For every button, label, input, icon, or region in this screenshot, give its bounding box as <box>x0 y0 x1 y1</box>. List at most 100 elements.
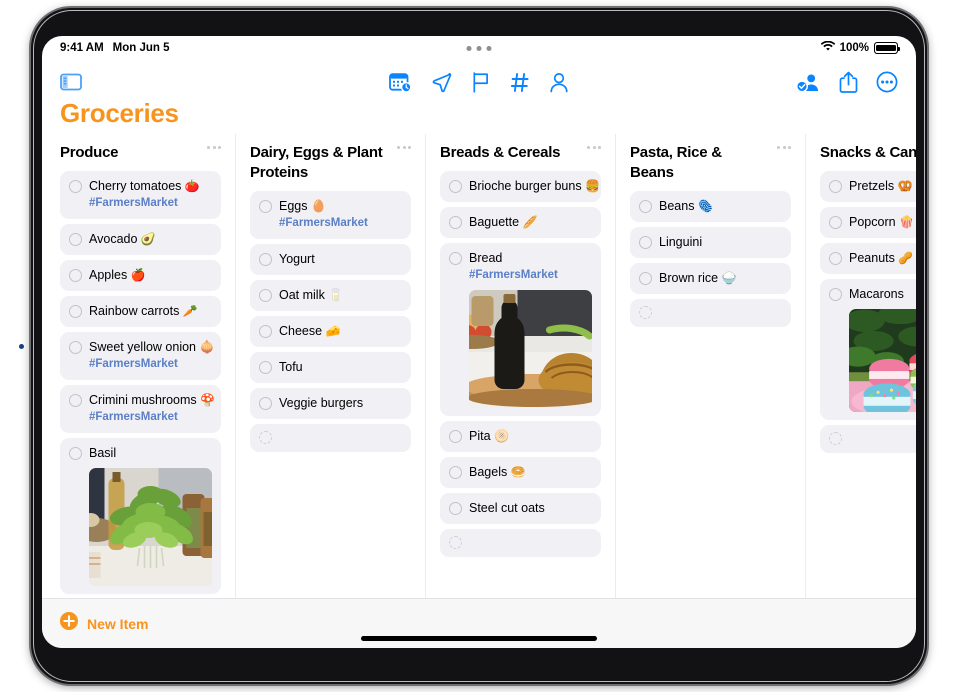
list-item[interactable]: Pita 🫓 <box>440 421 601 452</box>
checkbox-circle-icon[interactable] <box>69 394 82 407</box>
list-item[interactable]: Crimini mushrooms 🍄 #FarmersMarket <box>60 385 221 433</box>
new-item-placeholder[interactable] <box>820 425 916 453</box>
column-title: Produce <box>60 144 119 161</box>
checkbox-circle-icon[interactable] <box>259 431 272 444</box>
list-item[interactable]: Veggie burgers <box>250 388 411 419</box>
groceries-board[interactable]: Produce Cherry tomatoes 🍅 #FarmersMarket Av… <box>42 134 916 598</box>
home-indicator[interactable] <box>361 636 597 641</box>
column-title: Dairy, Eggs & Plant Proteins <box>250 144 383 181</box>
new-item-placeholder[interactable] <box>630 299 791 327</box>
list-item-photo[interactable] <box>469 290 592 408</box>
checkbox-circle-icon[interactable] <box>259 253 272 266</box>
new-item-placeholder[interactable] <box>440 529 601 557</box>
checkbox-circle-icon[interactable] <box>449 502 462 515</box>
list-item[interactable]: Bread #FarmersMarket <box>440 243 601 416</box>
status-bar: 9:41 AM Mon Jun 5 100% <box>42 36 916 60</box>
list-item[interactable]: Beans 🫆 <box>630 191 791 222</box>
checkbox-circle-icon[interactable] <box>259 200 272 213</box>
checkbox-circle-icon[interactable] <box>829 432 842 445</box>
list-item[interactable]: Pretzels 🥨 <box>820 171 916 202</box>
person-icon[interactable] <box>549 72 569 93</box>
list-item[interactable]: Linguini <box>630 227 791 258</box>
list-item-label: Basil <box>89 446 117 460</box>
checkbox-circle-icon[interactable] <box>69 269 82 282</box>
hashtag-icon[interactable] <box>510 72 530 93</box>
section-menu-icon[interactable] <box>207 146 221 149</box>
list-item-tag[interactable]: #FarmersMarket <box>279 215 402 231</box>
list-item[interactable]: Eggs 🥚 #FarmersMarket <box>250 191 411 239</box>
flag-icon[interactable] <box>471 71 491 93</box>
list-item-tag[interactable]: #FarmersMarket <box>89 409 212 425</box>
checkbox-circle-icon[interactable] <box>69 180 82 193</box>
list-item-tag[interactable]: #FarmersMarket <box>469 267 592 283</box>
checkbox-circle-icon[interactable] <box>829 216 842 229</box>
list-item[interactable]: Yogurt <box>250 244 411 275</box>
list-item[interactable]: Basil <box>60 438 221 594</box>
checkbox-circle-icon[interactable] <box>449 430 462 443</box>
checkbox-circle-icon[interactable] <box>829 288 842 301</box>
list-item-body: Avocado 🥑 <box>89 231 212 247</box>
checkbox-circle-icon[interactable] <box>259 289 272 302</box>
checkbox-circle-icon[interactable] <box>639 236 652 249</box>
list-item[interactable]: Popcorn 🍿 <box>820 207 916 238</box>
section-menu-icon[interactable] <box>587 146 601 149</box>
list-item-emoji: 🥨 <box>897 179 913 193</box>
list-item[interactable]: Baguette 🥖 <box>440 207 601 238</box>
sidebar-toggle-icon[interactable] <box>60 73 82 91</box>
list-item[interactable]: Avocado 🥑 <box>60 224 221 255</box>
checkbox-circle-icon[interactable] <box>449 252 462 265</box>
list-item[interactable]: Oat milk 🥛 <box>250 280 411 311</box>
list-item-tag[interactable]: #FarmersMarket <box>89 356 212 372</box>
list-item[interactable]: Sweet yellow onion 🧅 #FarmersMarket <box>60 332 221 380</box>
board-column[interactable]: Snacks & Candy Pretzels 🥨 Popcorn 🍿 Peanuts… <box>806 134 916 598</box>
section-menu-icon[interactable] <box>397 146 411 149</box>
checkbox-circle-icon[interactable] <box>449 180 462 193</box>
checkbox-circle-icon[interactable] <box>449 536 462 549</box>
list-item[interactable]: Apples 🍎 <box>60 260 221 291</box>
checkbox-circle-icon[interactable] <box>449 466 462 479</box>
checkbox-circle-icon[interactable] <box>259 361 272 374</box>
calendar-clock-icon[interactable] <box>389 72 412 93</box>
checkbox-circle-icon[interactable] <box>259 325 272 338</box>
checkbox-circle-icon[interactable] <box>69 305 82 318</box>
list-item[interactable]: Bagels 🥯 <box>440 457 601 488</box>
list-item-photo[interactable] <box>89 468 212 586</box>
list-item[interactable]: Rainbow carrots 🥕 <box>60 296 221 327</box>
list-item[interactable]: Brown rice 🍚 <box>630 263 791 294</box>
checkbox-circle-icon[interactable] <box>259 397 272 410</box>
board-column[interactable]: Pasta, Rice & Beans Beans 🫆 Linguini Brown … <box>616 134 806 598</box>
shared-person-icon[interactable] <box>796 72 821 93</box>
location-arrow-icon[interactable] <box>431 72 452 93</box>
list-item-label: Macarons <box>849 287 904 301</box>
checkbox-circle-icon[interactable] <box>69 233 82 246</box>
list-item-body: Bread #FarmersMarket <box>469 250 592 408</box>
new-item-placeholder[interactable] <box>250 424 411 452</box>
board-column[interactable]: Breads & Cereals Brioche burger buns 🍔 Bag… <box>426 134 616 598</box>
list-item-label: Tofu <box>279 360 303 374</box>
more-ellipsis-icon[interactable] <box>876 71 898 93</box>
list-item-photo[interactable] <box>849 309 916 412</box>
checkbox-circle-icon[interactable] <box>69 447 82 460</box>
list-item[interactable]: Tofu <box>250 352 411 383</box>
checkbox-circle-icon[interactable] <box>639 306 652 319</box>
checkbox-circle-icon[interactable] <box>449 216 462 229</box>
battery-full-icon <box>874 42 901 54</box>
list-item[interactable]: Macarons <box>820 279 916 420</box>
board-column[interactable]: Produce Cherry tomatoes 🍅 #FarmersMarket Av… <box>42 134 236 598</box>
column-header: Breads & Cereals <box>440 134 601 171</box>
board-column[interactable]: Dairy, Eggs & Plant Proteins Eggs 🥚 #Farme… <box>236 134 426 598</box>
list-item[interactable]: Brioche burger buns 🍔 <box>440 171 601 202</box>
checkbox-circle-icon[interactable] <box>639 272 652 285</box>
list-item[interactable]: Cheese 🧀 <box>250 316 411 347</box>
list-item[interactable]: Cherry tomatoes 🍅 #FarmersMarket <box>60 171 221 219</box>
list-item-tag[interactable]: #FarmersMarket <box>89 195 212 211</box>
checkbox-circle-icon[interactable] <box>829 180 842 193</box>
list-item[interactable]: Peanuts 🥜 <box>820 243 916 274</box>
checkbox-circle-icon[interactable] <box>829 252 842 265</box>
multitasking-dots[interactable] <box>466 45 492 51</box>
checkbox-circle-icon[interactable] <box>69 341 82 354</box>
checkbox-circle-icon[interactable] <box>639 200 652 213</box>
section-menu-icon[interactable] <box>777 146 791 149</box>
list-item[interactable]: Steel cut oats <box>440 493 601 524</box>
share-icon[interactable] <box>839 71 858 93</box>
